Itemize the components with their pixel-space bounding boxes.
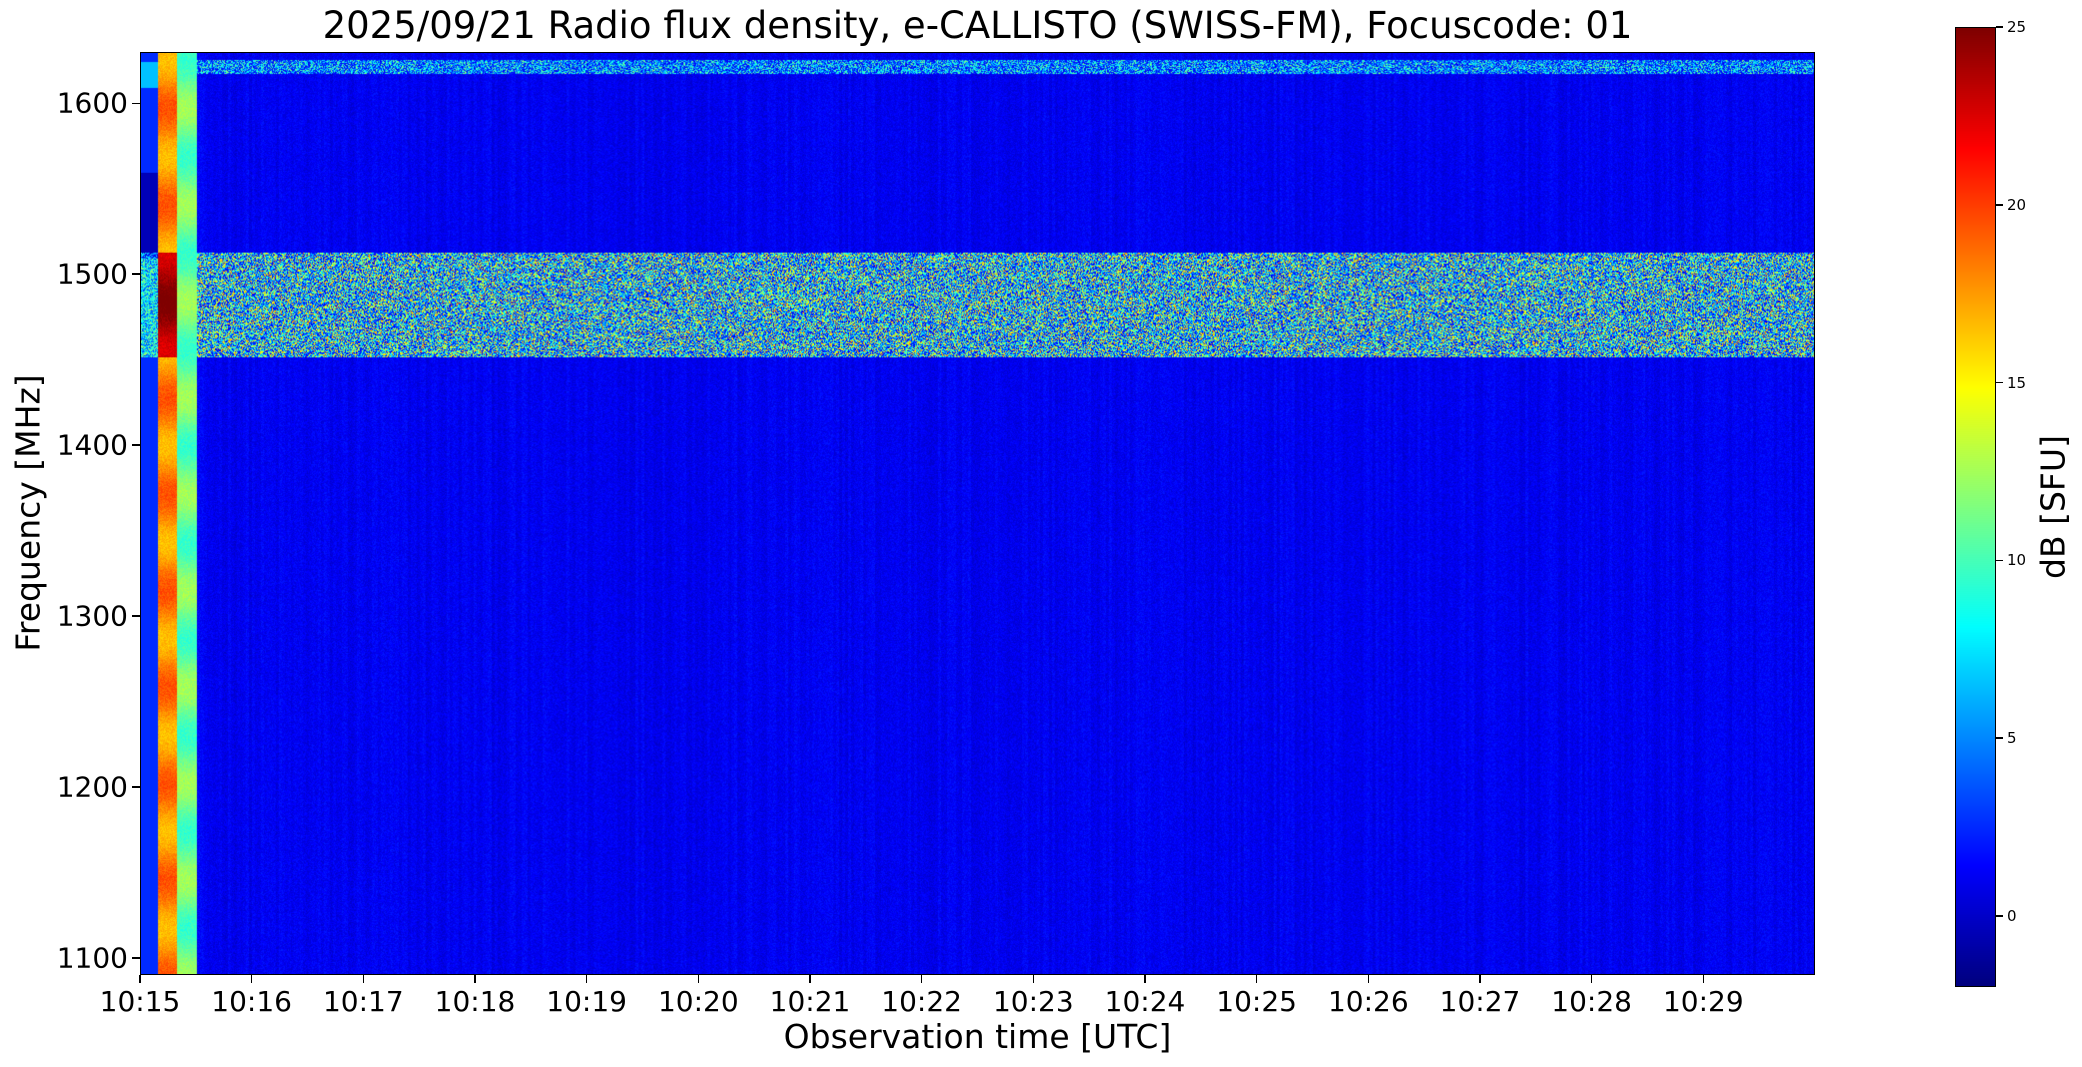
- x-tick-label: 10:21: [769, 985, 851, 1018]
- colorbar: [1955, 27, 1996, 987]
- y-tick-label: 1100: [56, 941, 128, 975]
- x-tick-mark: [920, 975, 923, 983]
- x-tick-label: 10:22: [881, 985, 963, 1018]
- x-tick-mark: [1032, 975, 1035, 983]
- x-tick-label: 10:29: [1662, 985, 1744, 1018]
- y-axis-label: Frequency [MHz]: [8, 374, 48, 652]
- chart-title: 2025/09/21 Radio flux density, e-CALLIST…: [322, 4, 1633, 47]
- colorbar-tick-mark: [1996, 559, 2003, 562]
- y-tick-label: 1500: [56, 257, 128, 291]
- x-tick-mark: [1702, 975, 1705, 983]
- colorbar-tick-label: 25: [2007, 18, 2027, 36]
- x-tick-mark: [585, 975, 588, 983]
- y-tick-mark: [132, 615, 140, 617]
- colorbar-tick-mark: [1996, 204, 2003, 206]
- x-tick-mark: [697, 975, 700, 983]
- x-tick-label: 10:27: [1439, 985, 1521, 1018]
- y-tick-mark: [132, 102, 140, 105]
- x-tick-mark: [809, 975, 811, 983]
- y-tick-mark: [132, 444, 140, 446]
- y-tick-label: 1600: [56, 86, 128, 120]
- x-tick-label: 10:18: [434, 985, 516, 1018]
- x-tick-mark: [1590, 975, 1593, 983]
- colorbar-tick-label: 5: [2007, 729, 2017, 748]
- y-tick-mark: [132, 786, 140, 788]
- x-tick-mark: [1479, 975, 1481, 983]
- colorbar-gradient: [1956, 28, 1995, 986]
- x-tick-mark: [250, 975, 253, 983]
- x-tick-label: 10:17: [322, 985, 404, 1018]
- spectrogram-heatmap: [141, 53, 1814, 974]
- x-tick-mark: [1255, 975, 1258, 983]
- colorbar-tick-mark: [1996, 381, 2003, 384]
- colorbar-tick-label: 10: [2007, 551, 2027, 570]
- x-axis-label: Observation time [UTC]: [783, 1017, 1172, 1056]
- x-tick-mark: [1144, 975, 1146, 983]
- x-tick-mark: [474, 975, 476, 983]
- x-tick-mark: [139, 975, 141, 983]
- x-tick-mark: [362, 975, 365, 983]
- colorbar-tick-mark: [1996, 737, 2003, 739]
- x-tick-label: 10:28: [1551, 985, 1633, 1018]
- x-tick-mark: [1367, 975, 1370, 983]
- colorbar-tick-label: 0: [2007, 906, 2017, 925]
- colorbar-tick-label: 20: [2007, 195, 2027, 214]
- y-tick-label: 1200: [56, 770, 128, 804]
- colorbar-tick-mark: [1996, 26, 2003, 28]
- y-tick-mark: [132, 273, 140, 275]
- colorbar-tick-label: 15: [2007, 373, 2027, 392]
- x-tick-label: 10:16: [211, 985, 293, 1018]
- x-tick-label: 10:24: [1104, 985, 1186, 1018]
- y-tick-mark: [132, 957, 140, 959]
- x-tick-label: 10:15: [99, 985, 181, 1018]
- x-tick-label: 10:25: [1216, 985, 1298, 1018]
- colorbar-tick-mark: [1996, 915, 2003, 917]
- x-tick-label: 10:26: [1327, 985, 1409, 1018]
- spectrogram-plot-area: [140, 52, 1815, 975]
- x-tick-label: 10:20: [657, 985, 739, 1018]
- x-tick-label: 10:19: [546, 985, 628, 1018]
- x-tick-label: 10:23: [992, 985, 1074, 1018]
- colorbar-label: dB [SFU]: [2033, 435, 2073, 579]
